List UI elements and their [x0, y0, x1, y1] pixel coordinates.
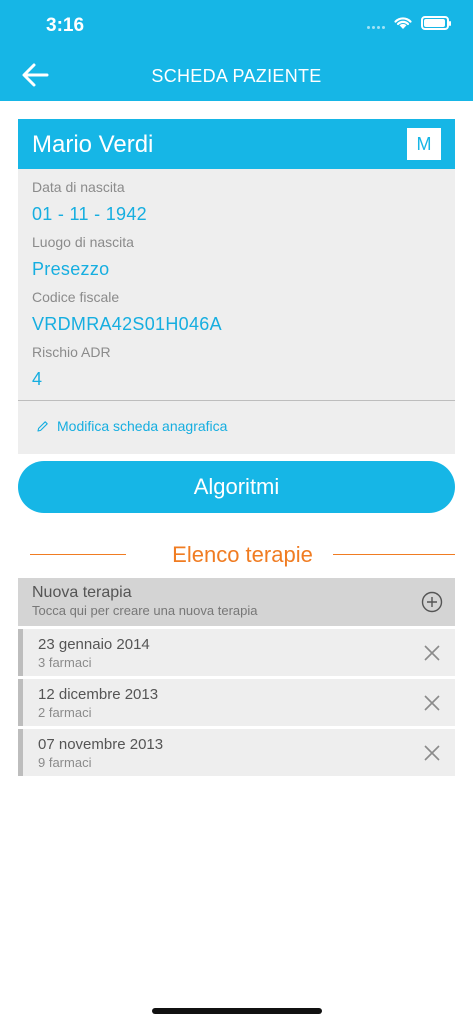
plus-circle-icon — [421, 591, 443, 613]
therapy-drug-count: 9 farmaci — [38, 755, 92, 770]
edit-profile-label: Modifica scheda anagrafica — [57, 418, 228, 434]
pencil-icon — [37, 420, 48, 432]
field-value: Presezzo — [32, 259, 110, 279]
home-indicator — [152, 1008, 322, 1014]
field-label: Rischio ADR — [32, 344, 111, 360]
patient-name: Mario Verdi — [32, 131, 154, 158]
field-value: VRDMRA42S01H046A — [32, 314, 222, 334]
therapy-date: 12 dicembre 2013 — [38, 686, 159, 703]
new-therapy-button[interactable]: Nuova terapia Tocca qui per creare una n… — [18, 578, 455, 626]
battery-icon — [421, 15, 451, 30]
cellular-signal-icon — [367, 17, 385, 29]
close-icon[interactable] — [423, 644, 441, 662]
tax-code-field: Codice fiscale VRDMRA42S01H046A — [32, 289, 222, 335]
field-label: Luogo di nascita — [32, 234, 134, 250]
therapy-list-item[interactable]: 23 gennaio 2014 3 farmaci — [18, 629, 455, 676]
therapy-list-item[interactable]: 12 dicembre 2013 2 farmaci — [18, 679, 455, 726]
close-icon[interactable] — [423, 744, 441, 762]
page-title: SCHEDA PAZIENTE — [151, 66, 322, 86]
field-value: 01 - 11 - 1942 — [32, 204, 147, 224]
patient-card-header: Mario Verdi M — [18, 119, 455, 169]
therapy-drug-count: 3 farmaci — [38, 655, 92, 670]
close-icon[interactable] — [423, 694, 441, 712]
field-label: Data di nascita — [32, 179, 125, 195]
birth-date-field: Data di nascita 01 - 11 - 1942 — [32, 179, 147, 225]
gender-badge: M — [407, 128, 441, 160]
status-icons — [367, 15, 451, 30]
status-time: 3:16 — [46, 15, 85, 36]
card-divider — [18, 400, 455, 401]
wifi-icon — [394, 17, 412, 29]
therapies-section-header: Elenco terapie — [30, 540, 455, 570]
field-label: Codice fiscale — [32, 289, 120, 305]
patient-card: Mario Verdi M Data di nascita 01 - 11 - … — [18, 119, 455, 454]
therapy-drug-count: 2 farmaci — [38, 705, 92, 720]
edit-profile-link[interactable]: Modifica scheda anagrafica — [36, 418, 227, 434]
birth-place-field: Luogo di nascita Presezzo — [32, 234, 134, 280]
field-value: 4 — [32, 369, 43, 389]
top-bar: 3:16 SCHEDA PAZIENTE — [0, 0, 473, 101]
new-therapy-title: Nuova terapia — [32, 584, 132, 601]
therapy-date: 07 novembre 2013 — [38, 736, 164, 753]
section-title: Elenco terapie — [172, 542, 313, 567]
new-therapy-subtitle: Tocca qui per creare una nuova terapia — [32, 603, 258, 618]
therapy-list-item[interactable]: 07 novembre 2013 9 farmaci — [18, 729, 455, 776]
adr-risk-field: Rischio ADR 4 — [32, 344, 111, 390]
therapy-date: 23 gennaio 2014 — [38, 636, 150, 653]
algorithms-button[interactable]: Algoritmi — [18, 461, 455, 513]
